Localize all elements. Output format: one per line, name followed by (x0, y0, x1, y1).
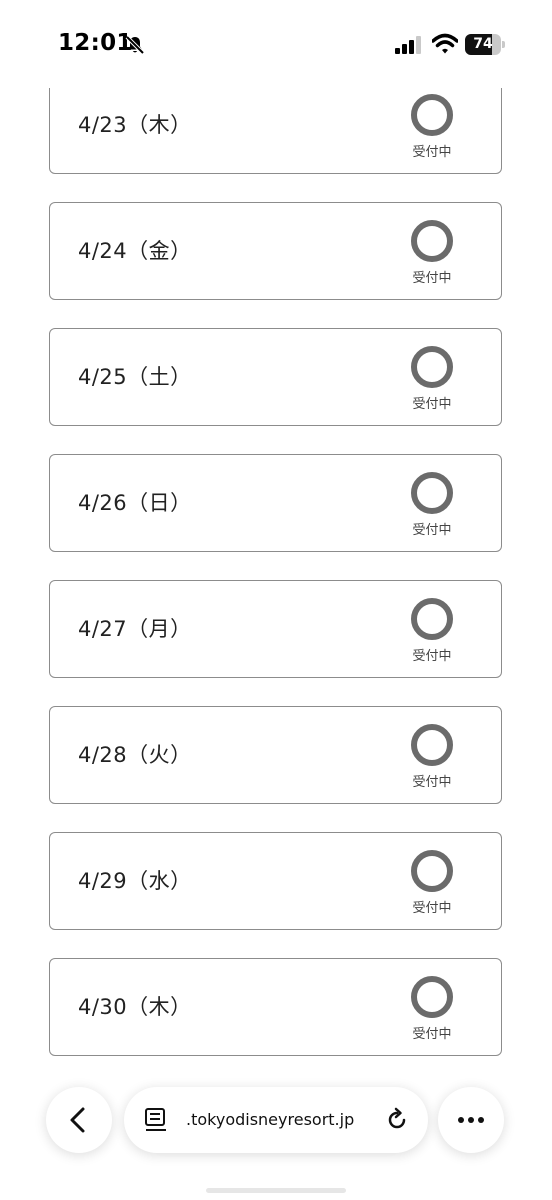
date-card[interactable]: 4/24（金） 受付中 (49, 202, 502, 300)
home-indicator (206, 1188, 346, 1193)
clock: 12:01 (58, 30, 133, 56)
circle-available-icon (411, 724, 453, 766)
date-card[interactable]: 4/27（月） 受付中 (49, 580, 502, 678)
availability-status: 受付中 (407, 581, 457, 677)
circle-available-icon (411, 220, 453, 262)
bell-slash-icon (125, 35, 145, 55)
status-label: 受付中 (412, 775, 452, 790)
circle-available-icon (411, 598, 453, 640)
date-card[interactable]: 4/25（土） 受付中 (49, 328, 502, 426)
availability-status: 受付中 (407, 329, 457, 425)
status-label: 受付中 (412, 523, 452, 538)
date-card[interactable]: 4/26（日） 受付中 (49, 454, 502, 552)
wifi-icon (432, 33, 458, 54)
date-label: 4/30（木） (78, 995, 192, 1019)
date-label: 4/24（金） (78, 239, 192, 263)
more-options-button[interactable] (438, 1087, 504, 1153)
battery-percent: 74 (473, 36, 493, 52)
ellipsis-icon (458, 1117, 484, 1123)
browser-toolbar: .tokyodisneyresort.jp (0, 1070, 552, 1200)
date-card[interactable]: 4/28（火） 受付中 (49, 706, 502, 804)
date-label: 4/25（土） (78, 365, 192, 389)
status-label: 受付中 (412, 1027, 452, 1042)
status-label: 受付中 (412, 397, 452, 412)
chevron-left-icon (70, 1107, 85, 1133)
date-label: 4/29（水） (78, 869, 192, 893)
date-label: 4/27（月） (78, 617, 192, 641)
date-label: 4/23（木） (78, 113, 192, 137)
date-card[interactable]: 4/30（木） 受付中 (49, 958, 502, 1056)
status-label: 受付中 (412, 901, 452, 916)
status-label: 受付中 (412, 271, 452, 286)
address-bar[interactable]: .tokyodisneyresort.jp (124, 1087, 428, 1153)
circle-available-icon (411, 472, 453, 514)
availability-status: 受付中 (407, 77, 457, 173)
circle-available-icon (411, 94, 453, 136)
url-text: .tokyodisneyresort.jp (186, 1110, 355, 1129)
reload-icon[interactable] (384, 1107, 410, 1133)
circle-available-icon (411, 346, 453, 388)
availability-status: 受付中 (407, 959, 457, 1055)
status-bar: 12:01 74 (0, 0, 552, 88)
availability-status: 受付中 (407, 203, 457, 299)
cellular-signal-icon (395, 36, 421, 54)
status-label: 受付中 (412, 649, 452, 664)
availability-status: 受付中 (407, 707, 457, 803)
availability-status: 受付中 (407, 455, 457, 551)
page-menu-icon (145, 1108, 166, 1131)
circle-available-icon (411, 850, 453, 892)
status-label: 受付中 (412, 145, 452, 160)
battery-body: 74 (465, 34, 501, 55)
battery-cap (502, 41, 505, 48)
date-label: 4/26（日） (78, 491, 192, 515)
date-label: 4/28（火） (78, 743, 192, 767)
date-list: 4/23（木） 受付中 4/24（金） 受付中 4/25（土） 受付中 4/26… (0, 0, 552, 1200)
date-card[interactable]: 4/23（木） 受付中 (49, 76, 502, 174)
circle-available-icon (411, 976, 453, 1018)
availability-status: 受付中 (407, 833, 457, 929)
battery-indicator: 74 (465, 34, 505, 55)
back-button[interactable] (46, 1087, 112, 1153)
date-card[interactable]: 4/29（水） 受付中 (49, 832, 502, 930)
